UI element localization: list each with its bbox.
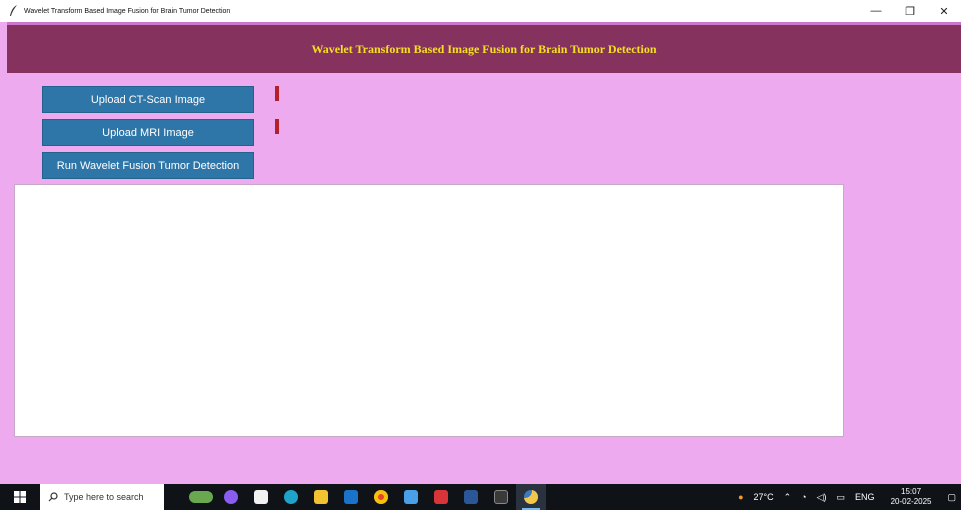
terminal-icon[interactable] — [486, 484, 516, 510]
volume-icon[interactable]: ◁) — [817, 492, 827, 503]
network-icon[interactable]: ◔ — [801, 492, 806, 502]
windows-icon — [14, 491, 26, 503]
header-banner: Wavelet Transform Based Image Fusion for… — [7, 22, 961, 73]
chrome-icon[interactable] — [366, 484, 396, 510]
pinned-apps — [186, 484, 546, 510]
ct-status-indicator — [275, 86, 279, 101]
upload-ct-scan-button[interactable]: Upload CT-Scan Image — [42, 86, 254, 113]
python-icon[interactable] — [516, 484, 546, 510]
outlook-icon[interactable] — [336, 484, 366, 510]
chevron-up-icon[interactable]: ⌃ — [784, 492, 792, 503]
upload-mri-button[interactable]: Upload MRI Image — [42, 119, 254, 146]
window-titlebar: Wavelet Transform Based Image Fusion for… — [0, 0, 961, 22]
edge-icon[interactable] — [276, 484, 306, 510]
mri-status-indicator — [275, 119, 279, 134]
window-controls: — ❐ ✕ — [859, 0, 961, 22]
word-icon[interactable] — [456, 484, 486, 510]
system-tray: ● 27°C ⌃ ◔ ◁) ▭ ENG 15:07 20-02-2025 ▢ — [733, 484, 961, 510]
keyboard-icon[interactable]: ▭ — [837, 492, 846, 503]
restore-button[interactable]: ❐ — [893, 0, 927, 22]
clock-time: 15:07 — [901, 487, 922, 496]
weather-icon[interactable]: ● — [738, 492, 743, 502]
taskbar-clock[interactable]: 15:07 20-02-2025 — [886, 487, 937, 507]
file-explorer-icon[interactable] — [306, 484, 336, 510]
store-icon[interactable] — [246, 484, 276, 510]
weather-temperature[interactable]: 27°C — [754, 492, 774, 502]
run-fusion-detection-button[interactable]: Run Wavelet Fusion Tumor Detection — [42, 152, 254, 179]
app-icon[interactable] — [426, 484, 456, 510]
minimize-button[interactable]: — — [859, 0, 893, 22]
copilot-icon[interactable] — [216, 484, 246, 510]
taskbar-search-box[interactable]: Type here to search — [40, 484, 164, 510]
clock-date: 20-02-2025 — [890, 497, 932, 506]
feather-icon — [6, 3, 22, 19]
files-icon[interactable] — [396, 484, 426, 510]
window-title: Wavelet Transform Based Image Fusion for… — [24, 7, 231, 15]
notifications-icon[interactable]: ▢ — [947, 492, 956, 503]
page-title: Wavelet Transform Based Image Fusion for… — [311, 41, 657, 56]
language-indicator[interactable]: ENG — [855, 492, 875, 502]
close-button[interactable]: ✕ — [927, 0, 961, 22]
taskbar: Type here to search ● 27°C ⌃ ◔ ◁) ▭ ENG … — [0, 484, 961, 510]
search-placeholder: Type here to search — [64, 492, 144, 502]
start-button[interactable] — [0, 484, 40, 510]
output-text-area[interactable] — [14, 184, 844, 437]
widgets-icon[interactable] — [186, 484, 216, 510]
search-icon — [48, 492, 58, 502]
